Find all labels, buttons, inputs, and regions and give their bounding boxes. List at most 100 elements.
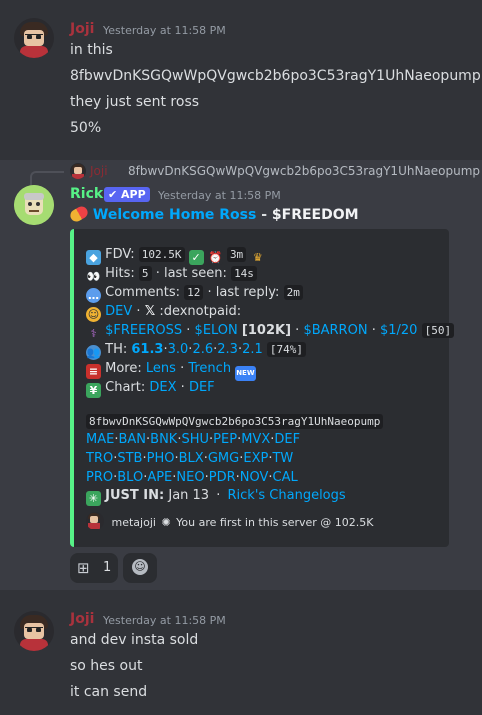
th-link[interactable]: 2.3 (217, 342, 238, 357)
comments-value: 12 (184, 285, 204, 300)
joji-avatar[interactable] (14, 18, 54, 58)
just-in-row: ✳ JUST IN: Jan 13 · Rick's Changelogs (86, 488, 346, 506)
reply-username[interactable]: Joji (90, 164, 108, 178)
just-in-label: JUST IN: (105, 488, 165, 503)
timestamp: Yesterday at 11:58 PM (103, 24, 226, 37)
reply-connector (30, 171, 64, 186)
message-joji-2: Joji Yesterday at 11:58 PM and dev insta… (0, 595, 482, 715)
message-line: 8fbwvDnKSGQwWpQVgwcb2b6po3C53ragY1UhNaeo… (70, 68, 481, 84)
keyboard-icon: ≡ (86, 364, 101, 379)
quick-link[interactable]: TW (272, 451, 293, 466)
quick-link[interactable]: PRO (86, 470, 113, 485)
clock-icon: ⏰ (207, 250, 223, 265)
lens-link[interactable]: Lens (146, 361, 176, 376)
last-seen-label: · last seen: (155, 266, 227, 281)
gem-icon: ◆ (86, 250, 101, 265)
comments-label: Comments: (105, 285, 180, 300)
reply-text[interactable]: 8fbwvDnKSGQwWpQVgwcb2b6po3C53ragY1UhNaeo… (128, 164, 480, 178)
message-line: and dev insta sold (70, 632, 199, 648)
developer-icon: ☺ (86, 307, 101, 322)
quick-link[interactable]: MAE (86, 432, 114, 447)
dev-link[interactable]: DEV (105, 304, 132, 319)
reaction-count: 1 (103, 560, 112, 575)
reaction-basketball[interactable]: ⊞ 1 (70, 553, 118, 583)
link-row-1: MAE·BAN·BNK·SHU·PEP·MVX·DEF (86, 432, 301, 447)
token-link[interactable]: $BARRON (303, 323, 367, 338)
comments-row: … Comments: 12 · last reply: 2m (86, 285, 303, 303)
message-line: in this (70, 42, 113, 58)
message-joji-1: Joji Yesterday at 11:58 PM in this 8fbwv… (0, 0, 482, 160)
app-badge: ✔ APP (104, 187, 150, 202)
timestamp: Yesterday at 11:58 PM (103, 614, 226, 627)
check-icon: ✓ (188, 250, 204, 265)
quick-link[interactable]: DEF (274, 432, 300, 447)
fdv-value: 102.5K (138, 247, 185, 262)
message-line: 50% (70, 120, 102, 136)
elon-mc: [102K] (241, 323, 292, 338)
title-link[interactable]: Welcome Home Ross (93, 207, 256, 223)
dev-row: ☺ DEV · 𝕏 :dexnotpaid: (86, 304, 241, 322)
link-row-3: PRO·BLO·APE·NEO·PDR·NOV·CAL (86, 470, 298, 485)
fdv-row: ◆ FDV: 102.5K ✓ ⏰ 3m ♛ (86, 247, 265, 265)
quick-link[interactable]: APE (147, 470, 172, 485)
basket-icon: ⊞ (77, 559, 90, 577)
footer-username: metajoji (111, 516, 156, 529)
quick-link[interactable]: PEP (213, 432, 237, 447)
th-link[interactable]: 3.0 (168, 342, 189, 357)
th-link[interactable]: 2.1 (242, 342, 263, 357)
reply-avatar[interactable] (70, 163, 86, 179)
quick-link[interactable]: NEO (176, 470, 204, 485)
last-reply-label: · last reply: (207, 285, 280, 300)
quick-link[interactable]: STB (117, 451, 142, 466)
app-badge-label: APP (121, 188, 146, 201)
username[interactable]: Rick (70, 186, 103, 202)
username[interactable]: Joji (70, 611, 94, 627)
quick-link[interactable]: CAL (273, 470, 298, 485)
th-main-link[interactable]: 61.3 (131, 342, 163, 357)
quick-link[interactable]: SHU (181, 432, 209, 447)
quick-link[interactable]: BLO (117, 470, 143, 485)
footer-text: You are first in this server @ 102.5K (176, 516, 374, 529)
token-link[interactable]: $1/20 (380, 323, 417, 338)
th-row: 👥 TH: 61.3·3.0·2.6·2.3·2.1 [74%] (86, 342, 307, 360)
just-in-date: Jan 13 (168, 488, 210, 503)
embed-footer: metajoji ✺ You are first in this server … (86, 512, 374, 530)
fdv-label: FDV: (105, 247, 135, 262)
more-label: More: (105, 361, 142, 376)
contract-address[interactable]: 8fbwvDnKSGQwWpQVgwcb2b6po3C53ragY1UhNaeo… (86, 414, 384, 429)
quick-link[interactable]: BLX (179, 451, 204, 466)
def-link[interactable]: DEF (189, 380, 215, 395)
username[interactable]: Joji (70, 21, 94, 37)
message-line: they just sent ross (70, 94, 200, 110)
add-reaction-button[interactable]: ☺ (123, 553, 157, 583)
quick-link[interactable]: PDR (209, 470, 236, 485)
dev-emote: :dexnotpaid: (159, 304, 242, 319)
quick-link[interactable]: MVX (241, 432, 270, 447)
yen-chart-icon: ¥ (86, 383, 101, 398)
x-link[interactable]: 𝕏 (145, 304, 155, 319)
th-percent: [74%] (266, 342, 307, 357)
quick-link[interactable]: EXP (243, 451, 268, 466)
th-label: TH: (105, 342, 128, 357)
bot-title: Welcome Home Ross - $FREEDOM (68, 204, 359, 224)
quick-link[interactable]: NOV (240, 470, 269, 485)
th-link[interactable]: 2.6 (192, 342, 213, 357)
quick-link[interactable]: BAN (118, 432, 146, 447)
speech-bubble-icon: … (86, 288, 101, 303)
trench-link[interactable]: Trench (188, 361, 231, 376)
quick-link[interactable]: BNK (150, 432, 177, 447)
token-link[interactable]: $FREEROSS (105, 323, 182, 338)
changelog-link[interactable]: Rick's Changelogs (228, 488, 346, 503)
joji-avatar[interactable] (14, 611, 54, 651)
rick-avatar[interactable] (14, 185, 54, 225)
quick-link[interactable]: PHO (147, 451, 175, 466)
quick-link[interactable]: TRO (86, 451, 113, 466)
dex-link[interactable]: DEX (149, 380, 176, 395)
dev-sep: · (136, 304, 141, 319)
timestamp: Yesterday at 11:58 PM (158, 189, 281, 202)
token-link[interactable]: $ELON (195, 323, 238, 338)
embed-card: ◆ FDV: 102.5K ✓ ⏰ 3m ♛ 👀 Hits: 5 · last … (70, 229, 455, 547)
just-in-sep: · (216, 488, 221, 503)
smiley-icon: ☺ (132, 559, 148, 575)
quick-link[interactable]: GMG (208, 451, 239, 466)
